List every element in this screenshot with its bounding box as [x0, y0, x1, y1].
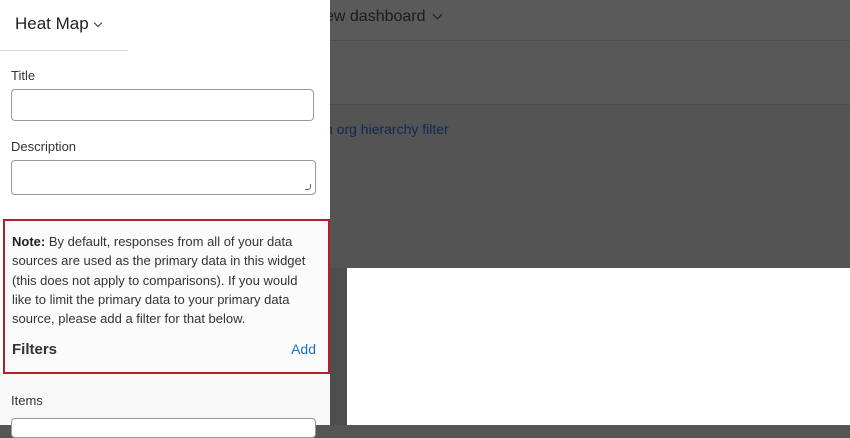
dashboard-title[interactable]: ew dashboard [325, 8, 442, 26]
items-input[interactable] [11, 418, 316, 438]
items-label: Items [11, 393, 43, 408]
title-label: Title [11, 68, 36, 83]
widget-type-dropdown[interactable]: Heat Map [15, 14, 102, 34]
title-input[interactable] [11, 89, 314, 121]
chevron-down-icon [432, 9, 442, 20]
dashboard-canvas [330, 150, 850, 270]
description-textarea[interactable] [11, 160, 316, 195]
org-hierarchy-filter-link[interactable]: n org hierarchy filter [325, 121, 449, 137]
panel-header: Heat Map [0, 0, 128, 51]
widget-type-label: Heat Map [15, 14, 89, 33]
filters-heading: Filters [12, 341, 58, 358]
canvas-gutter [330, 268, 347, 425]
note-body: By default, responses from all of your d… [12, 234, 306, 327]
add-filter-button[interactable]: Add [291, 341, 316, 357]
description-label: Description [11, 139, 77, 154]
filters-note-section: Note: By default, responses from all of … [3, 219, 330, 374]
primary-data-note: Note: By default, responses from all of … [12, 232, 317, 328]
dashboard-filter-bar [330, 41, 850, 105]
chevron-down-icon [93, 18, 102, 28]
widget-preview [347, 268, 850, 425]
note-prefix: Note: [12, 234, 46, 249]
dashboard-title-text: ew dashboard [325, 8, 426, 25]
widget-edit-panel: Heat Map Title Description Note: By defa… [0, 0, 330, 438]
resize-handle-icon[interactable] [305, 184, 311, 190]
